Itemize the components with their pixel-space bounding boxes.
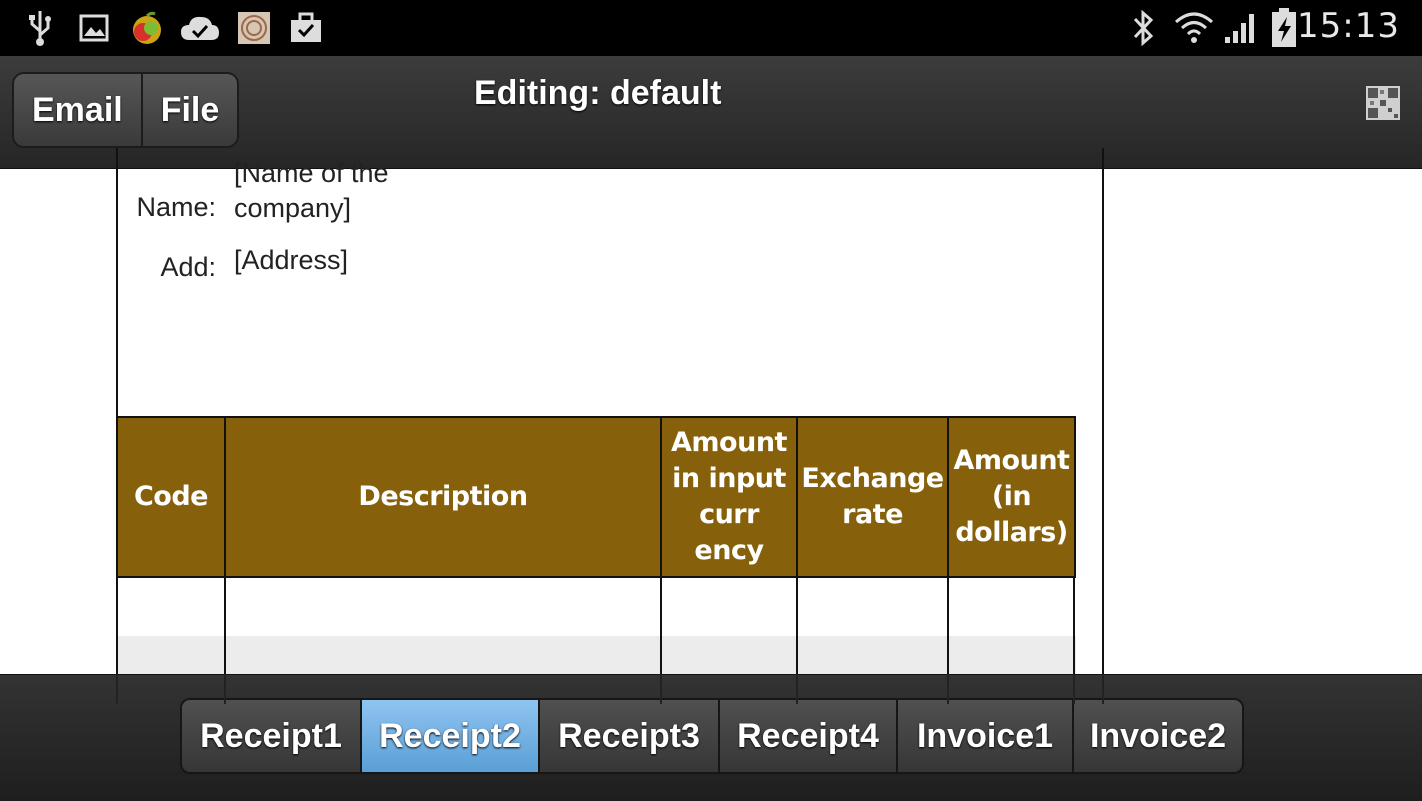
- document-right-border: [1102, 148, 1104, 704]
- table-header: Code Description Amount in input curr en…: [116, 416, 1076, 578]
- column-divider-overlay: [796, 674, 798, 704]
- tab-invoice1[interactable]: Invoice1: [896, 700, 1072, 772]
- file-button[interactable]: File: [140, 74, 238, 146]
- column-divider-overlay: [224, 674, 226, 704]
- tab-invoice2[interactable]: Invoice2: [1072, 700, 1242, 772]
- bottom-tab-bar: Receipt1 Receipt2 Receipt3 Receipt4 Invo…: [0, 674, 1422, 801]
- column-header-amount-input-currency: Amount in input curr ency: [662, 418, 798, 576]
- tab-receipt2[interactable]: Receipt2: [360, 700, 538, 772]
- company-name-line1: [Name of the: [234, 158, 389, 188]
- qr-code-icon[interactable]: [1366, 86, 1400, 120]
- app-fruit-icon: [128, 8, 166, 48]
- briefcase-check-icon: [288, 8, 324, 48]
- column-header-description: Description: [226, 418, 662, 576]
- tab-receipt4[interactable]: Receipt4: [718, 700, 896, 772]
- column-divider: [1073, 578, 1075, 674]
- receipt-table: Code Description Amount in input curr en…: [116, 416, 1076, 674]
- battery-charging-icon: [1268, 8, 1300, 48]
- status-time: 15:13: [1297, 6, 1400, 46]
- bluetooth-icon: [1130, 8, 1158, 48]
- action-button-group: Email File: [12, 72, 240, 148]
- column-divider: [224, 578, 226, 674]
- column-divider: [116, 578, 118, 674]
- email-button[interactable]: Email: [14, 74, 141, 146]
- table-row[interactable]: [116, 636, 1076, 674]
- usb-icon: [24, 8, 56, 48]
- column-divider-overlay: [1073, 674, 1075, 704]
- table-row[interactable]: [116, 578, 1076, 636]
- tab-receipt3[interactable]: Receipt3: [538, 700, 718, 772]
- column-header-code: Code: [118, 418, 226, 576]
- column-divider: [660, 578, 662, 674]
- column-header-amount-dollars: Amount (in dollars): [953, 445, 1070, 548]
- image-icon: [78, 8, 110, 48]
- action-bar: Email File Editing: default: [0, 56, 1422, 169]
- column-header-exchange-rate: Exchange rate: [798, 418, 949, 576]
- column-divider: [796, 578, 798, 674]
- status-bar: 15:13: [0, 0, 1422, 56]
- company-name-value[interactable]: [Name of the company]: [234, 156, 389, 226]
- column-divider-overlay: [660, 674, 662, 704]
- column-divider-overlay: [116, 674, 118, 704]
- tab-receipt1[interactable]: Receipt1: [182, 700, 360, 772]
- document-tabs: Receipt1 Receipt2 Receipt3 Receipt4 Invo…: [180, 698, 1244, 774]
- stamp-icon: [236, 8, 272, 48]
- cloud-check-icon: [178, 8, 222, 48]
- column-divider-overlay: [1102, 674, 1104, 704]
- column-divider: [947, 578, 949, 674]
- address-label: Add:: [160, 252, 216, 282]
- company-name-line2: company]: [234, 193, 352, 223]
- page-title: Editing: default: [474, 74, 722, 112]
- address-value[interactable]: [Address]: [234, 243, 348, 278]
- wifi-icon: [1174, 8, 1214, 48]
- signal-icon: [1222, 8, 1260, 48]
- name-label: Name:: [136, 192, 216, 222]
- column-divider-overlay: [947, 674, 949, 704]
